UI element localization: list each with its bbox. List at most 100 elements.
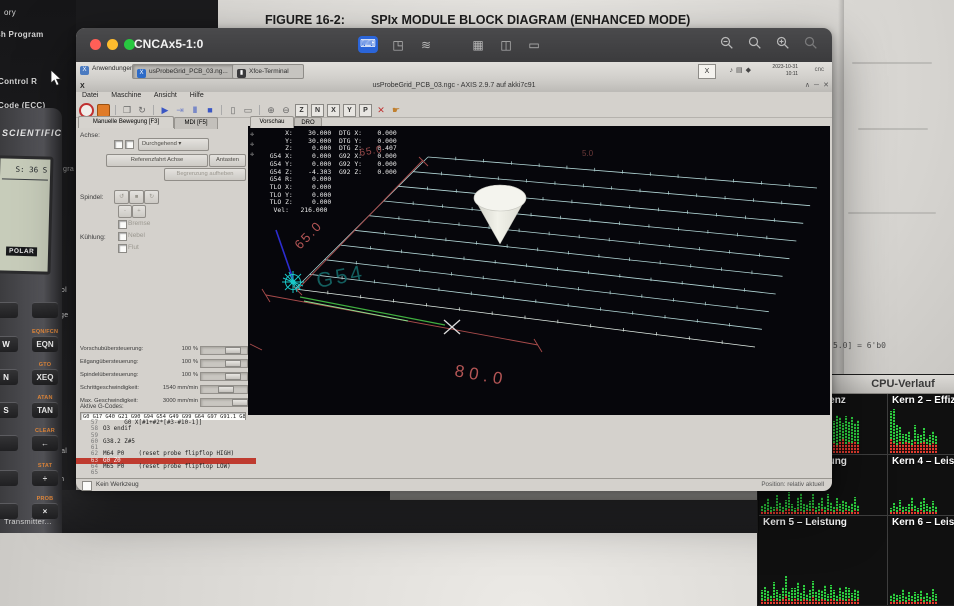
slider-handle[interactable] [232,399,248,406]
calculator-key[interactable] [32,302,58,318]
gcode-program-listing[interactable]: 57 G0 X[#1+#2*[#3-#10-1]] 58O3 endif 59 … [76,420,832,478]
taskbar-clock[interactable]: 2023-10-31 10:11 [772,64,798,77]
calculator-key[interactable]: W [0,336,18,352]
spindle-stop-button[interactable]: ■ [129,190,144,204]
rotate-hand-button[interactable]: ☛ [390,104,402,116]
block-delete-button[interactable]: ▯ [227,104,239,116]
jog-mode-dropdown[interactable]: Durchgehend ▾ [138,138,209,151]
view-z-button[interactable]: Z [295,104,308,117]
mist-checkbox[interactable] [118,232,127,241]
cpu-core-histogram [890,468,954,514]
tab-mdi[interactable]: MDI [F5] [174,117,218,129]
calculator-key[interactable]: N [0,369,18,385]
rapid-override-slider[interactable] [200,359,248,368]
calculator-lcd: S: 36 S POLAR [0,155,54,274]
tool-icon [82,481,92,491]
axis-x-radio[interactable] [114,140,123,149]
spindle-cw-button[interactable]: ↻ [144,190,159,204]
calculator-shift-label: CLEAR [32,428,58,434]
jog-speed-slider[interactable] [200,385,248,394]
monitor-text-fragment: gra [63,166,74,173]
jog-mode-value: Durchgehend [142,141,177,147]
view-x-button[interactable]: X [327,104,340,117]
toolpath-canvas[interactable]: G54 65.0 65.0 80.0 5.0 [248,126,830,415]
optional-stop-button[interactable]: ▭ [242,104,254,116]
run-step-button[interactable]: ⇥ [174,104,186,116]
split-view-icon[interactable]: ◫ [498,37,514,53]
preview-viewport[interactable]: X: 30.000 DTG X: 0.000 Y: 30.000 DTG Y: … [248,126,830,415]
feed-override-slider[interactable] [200,346,248,355]
grid-view-icon[interactable]: ▦ [470,37,486,53]
brake-checkbox[interactable] [118,220,127,229]
spindle-override-slider[interactable] [200,372,248,381]
executed-path-highlight [304,301,408,321]
keyboard-icon[interactable]: ⌨ [358,36,378,53]
run-program-button[interactable]: ▶ [159,104,171,116]
tab-preview[interactable]: Vorschau [250,116,294,128]
view-z2-button[interactable]: N [311,104,324,117]
bottom-bar-icon[interactable]: ▭ [526,37,542,53]
spindle-ccw-button[interactable]: ↺ [114,190,129,204]
flood-checkbox[interactable] [118,244,127,253]
minimize-button[interactable] [107,39,118,50]
zoom-in-view-button[interactable]: ⊕ [265,104,277,116]
spindle-faster-button[interactable]: + [132,205,146,218]
menu-datei[interactable]: Datei [82,92,98,99]
taskbar-tab-axis[interactable]: XusProbeGrid_PCB_03.ng... [132,64,238,79]
layers-icon[interactable]: ≋ [418,37,434,53]
calculator-key[interactable] [0,470,18,486]
calculator-key[interactable] [0,435,18,451]
reload-button[interactable]: ↻ [136,104,148,116]
close-button[interactable] [90,39,101,50]
calculator-key-backspace[interactable]: ← [32,435,58,451]
tab-manual-control[interactable]: Manuelle Bewegung [F3] [78,116,174,128]
axis-y-radio[interactable] [125,140,134,149]
calculator-key[interactable] [0,302,18,318]
gcode-line[interactable]: 65 [76,470,832,476]
clear-plot-button[interactable]: ✕ [375,104,387,116]
gcode-line[interactable]: 62M64 P0 (reset probe flipflop HIGH) [76,451,832,457]
zoom-out-view-button[interactable]: ⊖ [280,104,292,116]
wm-close-button[interactable]: ✕ [823,80,829,92]
calculator-key-divide[interactable]: ÷ [32,470,58,486]
calculator-key-eqn[interactable]: EQN [32,336,58,352]
view-y-button[interactable]: Y [343,104,356,117]
slider-handle[interactable] [225,373,241,380]
shade-button[interactable]: ∧ [805,80,810,92]
tray-icons[interactable]: ♪▤◆ [730,66,755,74]
home-axis-button[interactable]: Referenzfahrt Achse [106,154,208,167]
axis-window-title: usProbeGrid_PCB_03.ngc - AXIS 2.9.7 auf … [372,82,535,89]
calculator-key[interactable]: S [0,402,18,418]
max-velocity-slider[interactable] [200,398,248,407]
slider-handle[interactable] [225,360,241,367]
taskbar-tab-terminal[interactable]: ▮Xfce-Terminal [232,64,304,79]
zoom-in-icon[interactable] [776,36,790,50]
pause-button[interactable]: ‖ [189,104,201,116]
zoom-reset-icon[interactable] [748,36,762,50]
zoom-out-icon[interactable] [720,36,734,50]
display-icon[interactable]: ◳ [390,37,406,53]
wm-minimize-button[interactable]: ─ [814,80,819,92]
slider-handle[interactable] [225,347,241,354]
slider-handle[interactable] [218,386,234,393]
cpu-core-panel: Kern 2 – Effizienz [888,394,954,454]
touch-off-button[interactable]: Antasten [209,154,246,167]
spindle-slower-button[interactable]: - [118,205,132,218]
stop-button[interactable]: ■ [204,104,216,116]
menu-hilfe[interactable]: Hilfe [190,92,204,99]
machine-power-button[interactable] [97,104,110,117]
view-p-button[interactable]: P [359,104,372,117]
open-file-button[interactable]: ❐ [121,104,133,116]
menu-ansicht[interactable]: Ansicht [154,92,177,99]
calculator-brand: SCIENTIFIC [2,128,62,138]
calculator-key-xeq[interactable]: XEQ [32,369,58,385]
keyboard-layout-indicator[interactable]: X [698,64,716,79]
calculator-key-tan[interactable]: TAN [32,402,58,418]
applications-menu[interactable]: XAnwendungen [80,65,134,75]
cpu-core-label: Kern 2 – Effizienz [892,395,954,406]
menu-maschine[interactable]: Maschine [111,92,141,99]
titlebar-tools-group: ⌨ ◳ ≋ ▦ ◫ ▭ [358,36,542,53]
override-limits-button[interactable]: Begrenzung aufheben [164,168,246,181]
search-icon[interactable] [804,36,818,50]
mac-titlebar[interactable]: CNCAx5-1:0 ⌨ ◳ ≋ ▦ ◫ ▭ [76,28,832,63]
